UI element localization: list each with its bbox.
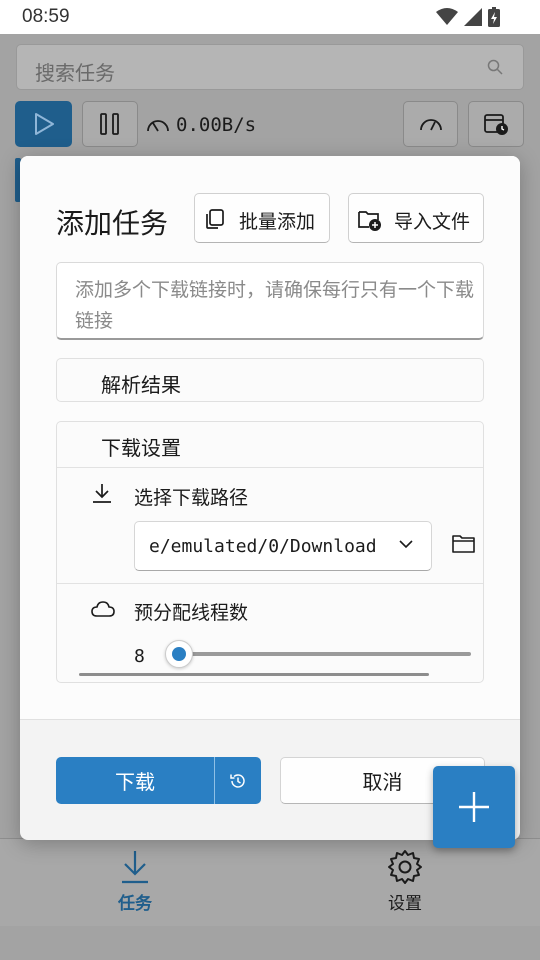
download-path-label: 选择下载路径 (134, 487, 249, 509)
parse-result-label: 解析结果 (101, 373, 181, 397)
download-path-value: e/emulated/0/Download (149, 536, 377, 557)
gauge-icon (419, 119, 442, 131)
download-split-button: 下载 (56, 757, 261, 804)
dialog-title: 添加任务 (56, 207, 169, 240)
plus-icon (459, 792, 489, 822)
horizontal-scrollbar[interactable] (79, 673, 429, 676)
download-icon (122, 851, 148, 884)
batch-add-label: 批量添加 (239, 211, 315, 233)
signal-icon (464, 8, 482, 26)
download-later-button[interactable] (215, 757, 261, 804)
download-settings-label: 下载设置 (101, 436, 181, 460)
nav-tasks[interactable]: 任务 (95, 849, 175, 914)
thread-count-value: 8 (134, 646, 145, 667)
thread-count-label: 预分配线程数 (134, 602, 249, 624)
play-icon (34, 113, 54, 135)
chevron-down-icon (399, 540, 413, 549)
dialog-footer-divider (20, 719, 520, 720)
bottom-navigation: 任务 设置 (0, 838, 540, 926)
pause-all-button[interactable] (82, 101, 138, 147)
browse-folder-icon[interactable] (451, 533, 477, 555)
search-icon (487, 59, 503, 75)
history-icon (230, 773, 245, 788)
wifi-icon (436, 8, 458, 25)
pause-icon (100, 113, 119, 135)
add-task-fab[interactable] (433, 766, 515, 848)
import-file-label: 导入文件 (393, 211, 470, 233)
status-icons (436, 7, 500, 27)
add-task-dialog: 添加任务 批量添加 导入文件 添加多个下载链接时，请确保每行只有一个下载链接 解… (20, 156, 520, 840)
nav-tasks-label: 任务 (118, 894, 152, 914)
cloud-icon (91, 601, 115, 617)
schedule-button[interactable] (468, 101, 524, 147)
copy-icon (206, 209, 224, 229)
download-settings-panel: 下载设置 选择下载路径 e/emulated/0/Download 预分配线程数… (56, 421, 484, 683)
url-input[interactable]: 添加多个下载链接时，请确保每行只有一个下载链接 (56, 262, 484, 340)
search-placeholder: 搜索任务 (35, 61, 115, 85)
status-time: 08:59 (22, 6, 70, 27)
download-settings-header[interactable]: 下载设置 (57, 422, 483, 468)
download-button[interactable]: 下载 (56, 757, 214, 804)
dialog-body: 添加任务 批量添加 导入文件 添加多个下载链接时，请确保每行只有一个下载链接 解… (20, 156, 520, 719)
speed-value: 0.00B/s (176, 114, 257, 136)
import-file-button[interactable]: 导入文件 (348, 193, 484, 243)
nav-settings-label: 设置 (388, 894, 422, 914)
download-path-icon (93, 484, 111, 503)
speed-limit-button[interactable] (403, 101, 458, 147)
speed-indicator: 0.00B/s (146, 114, 256, 136)
url-input-placeholder: 添加多个下载链接时，请确保每行只有一个下载链接 (75, 279, 475, 332)
battery-icon (488, 7, 500, 27)
folder-add-icon (358, 211, 381, 231)
download-path-select[interactable]: e/emulated/0/Download (134, 521, 432, 571)
thread-count-slider[interactable] (177, 652, 471, 656)
nav-settings[interactable]: 设置 (365, 849, 445, 914)
thread-count-slider-thumb[interactable] (165, 640, 193, 668)
status-bar: 08:59 (0, 0, 540, 34)
speedometer-icon (147, 120, 169, 132)
settings-divider (57, 583, 483, 584)
parse-result-expander[interactable]: 解析结果 (56, 358, 484, 402)
search-bar[interactable]: 搜索任务 (16, 44, 524, 90)
batch-add-button[interactable]: 批量添加 (194, 193, 330, 243)
start-all-button[interactable] (15, 101, 72, 147)
schedule-icon (484, 114, 508, 135)
gear-icon (388, 850, 422, 884)
